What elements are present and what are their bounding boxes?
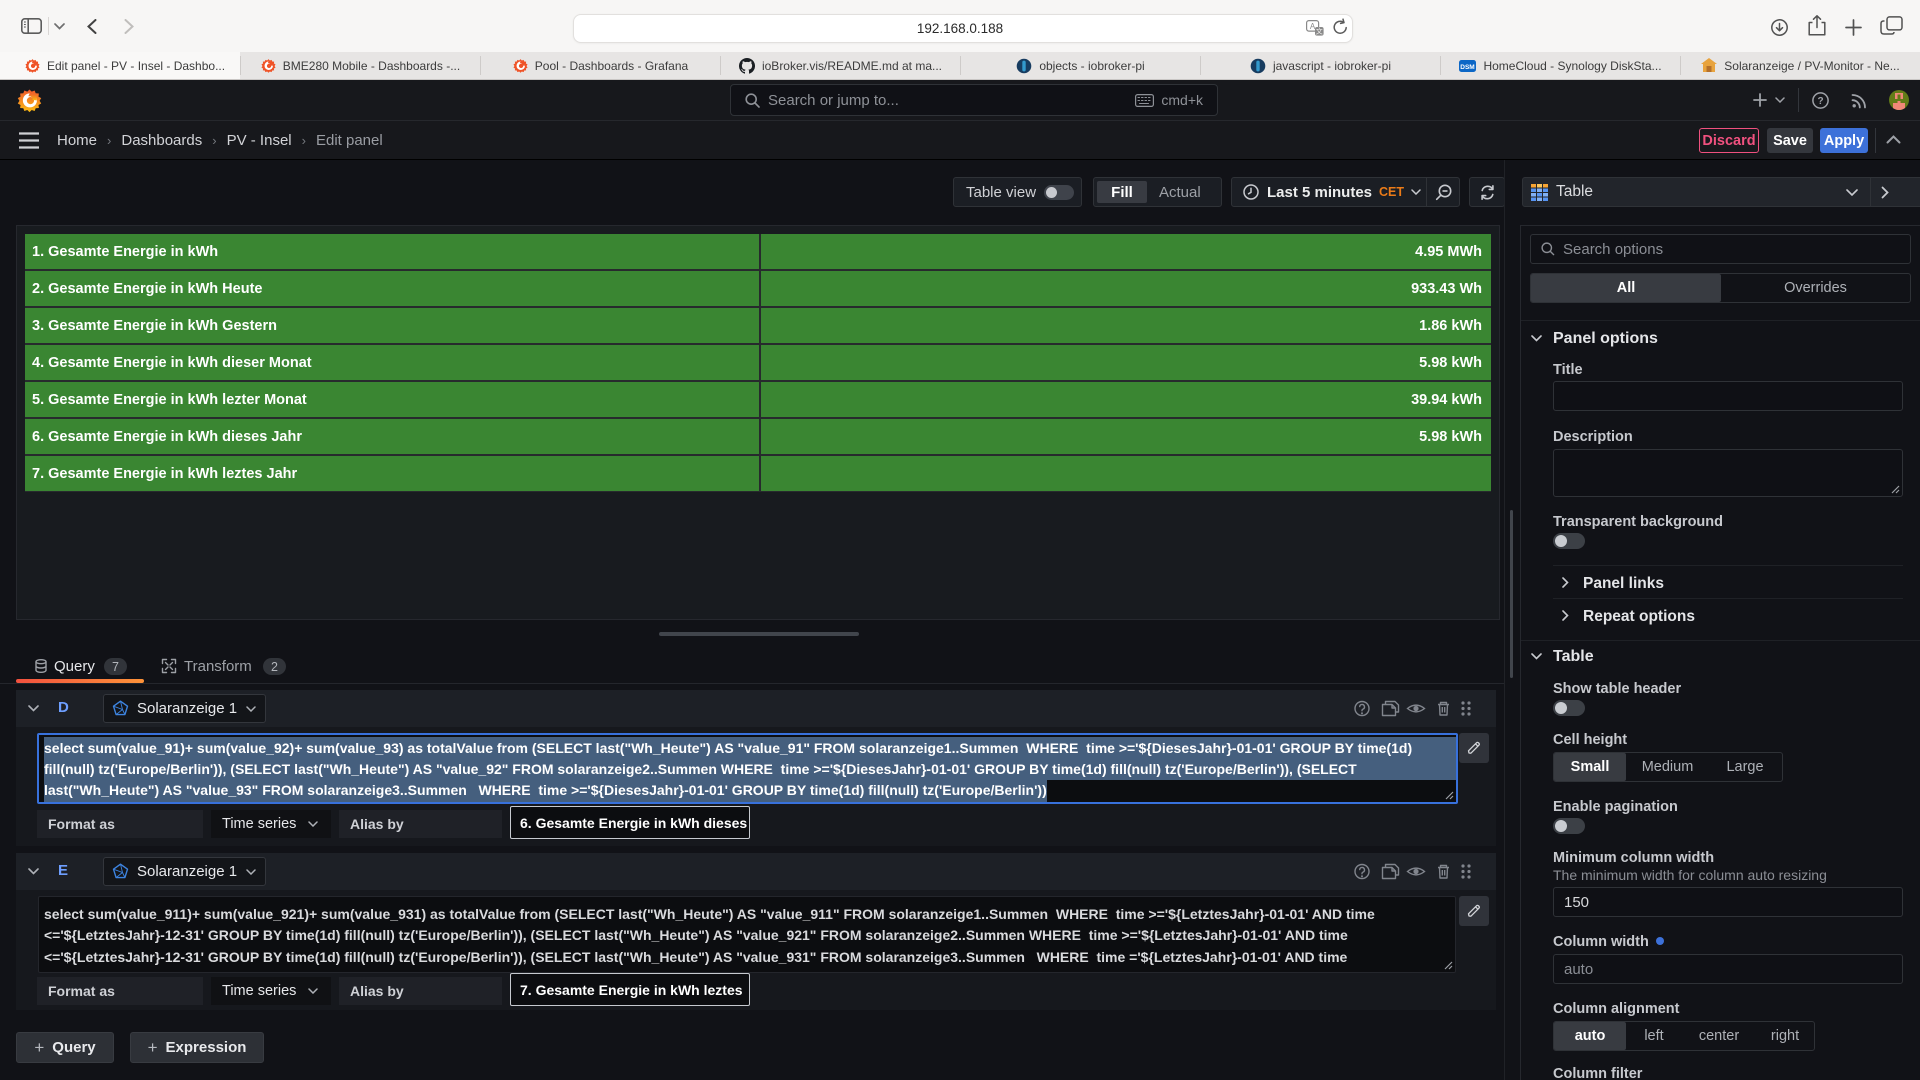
svg-text:DSM: DSM — [1461, 64, 1475, 71]
svg-text:文: 文 — [1316, 27, 1323, 36]
svg-text:?: ? — [1817, 96, 1823, 107]
